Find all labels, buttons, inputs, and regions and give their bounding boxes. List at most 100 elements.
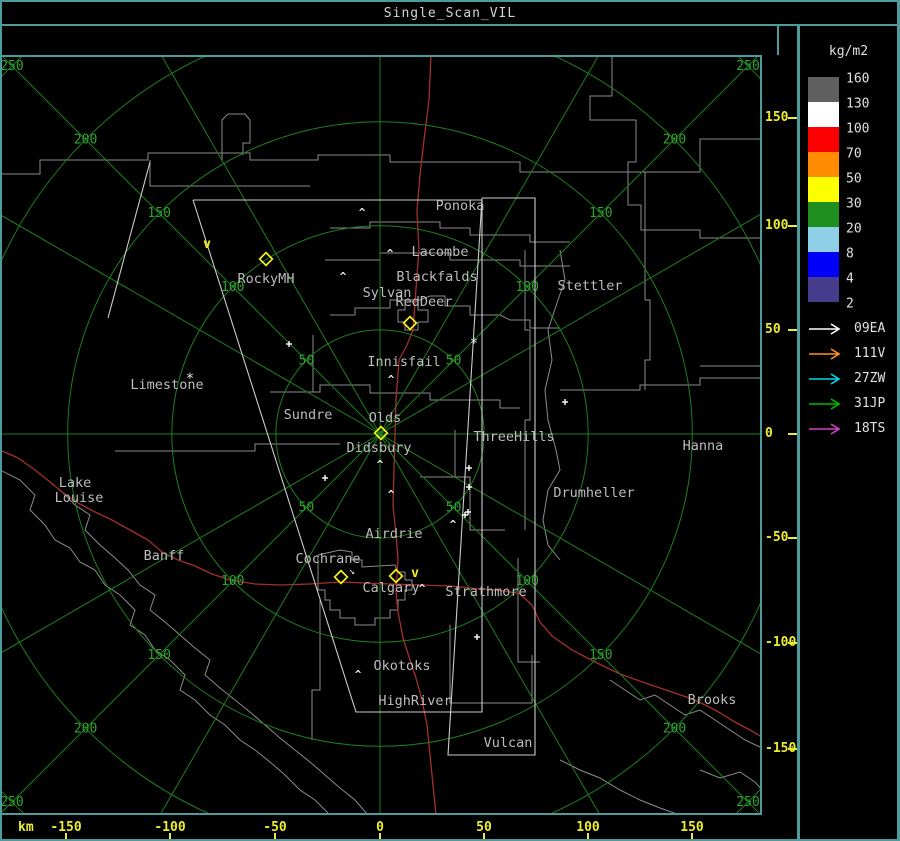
ring-label-250: 250	[736, 59, 759, 74]
legend-scale-label-2: 2	[846, 296, 854, 312]
legend-scale-label-50: 50	[846, 171, 862, 187]
right-axis-label-50: 50	[765, 322, 781, 337]
city-label-stettler: Stettler	[557, 278, 622, 294]
city-label-drumheller: Drumheller	[553, 485, 634, 501]
right-axis-tick	[788, 117, 797, 119]
city-label-lacombe: Lacombe	[412, 244, 469, 260]
caret-marker: ^	[359, 206, 366, 219]
legend-scale-label-20: 20	[846, 221, 862, 237]
radar-site-marker	[258, 251, 274, 267]
caret-marker: ^	[387, 247, 394, 260]
county-boundary-line	[449, 625, 533, 704]
right-axis-label-0: 0	[765, 426, 773, 441]
radar-arrow-icon	[809, 348, 841, 360]
header-bar: 2025/09/17 22:15:49 UTC Composite km	[0, 26, 900, 73]
azimuth-radial-120deg	[379, 433, 760, 654]
azimuth-radial-210deg	[160, 433, 381, 813]
city-label-lake: Lake	[59, 475, 92, 491]
county-boundary-line	[2, 470, 329, 813]
legend-radar-row-18TS: 18TS	[808, 421, 897, 436]
legend-color-box-50	[808, 177, 839, 202]
caret-marker: ^	[377, 458, 384, 471]
caret-marker: ^	[388, 373, 395, 386]
storm-vector-arrow-icon: v	[203, 237, 211, 252]
city-label-cochrane: Cochrane	[295, 551, 360, 567]
county-boundary-line	[560, 377, 760, 391]
right-axis-tick	[788, 329, 797, 331]
city-label-reddeer: RedDeer	[396, 294, 453, 310]
right-axis-label-100: 100	[765, 218, 789, 233]
legend-panel: kg/m2 160 130 100 70 50 30 20 8 4 2 09EA 111V 27ZW 31…	[800, 26, 897, 839]
city-label-strathmore: Strathmore	[445, 584, 526, 600]
ring-label-50: 50	[299, 501, 315, 516]
county-boundary-line	[609, 679, 760, 748]
legend-scale-label-8: 8	[846, 246, 854, 262]
window-title-bar: Single_Scan_VIL	[0, 0, 900, 26]
bottom-axis-unit-label: km	[18, 820, 34, 835]
bottom-axis: km -150 -100 -50 0 50 100 150	[0, 815, 797, 839]
county-boundary-line	[311, 600, 321, 740]
bottom-axis-tick	[379, 833, 381, 839]
right-axis-tick	[788, 225, 797, 227]
radar-arrow-icon	[809, 423, 841, 435]
bottom-axis-tick	[274, 833, 276, 839]
storm-vector-arrow-icon: v	[411, 566, 419, 581]
ring-label-200: 200	[74, 721, 97, 736]
county-boundary-line	[59, 489, 367, 813]
legend-radar-row-09EA: 09EA	[808, 321, 897, 336]
caret-marker: ^	[355, 668, 362, 681]
city-label-innisfail: Innisfail	[367, 354, 440, 370]
bottom-axis-tick	[587, 833, 589, 839]
caret-marker: ^	[450, 518, 457, 531]
caret-marker: ^	[340, 270, 347, 283]
city-label-didsbury: Didsbury	[346, 440, 411, 456]
radar-id-label-111V: 111V	[854, 346, 886, 361]
bottom-axis-tick	[691, 833, 693, 839]
legend-scale-label-160: 160	[846, 71, 870, 87]
city-label-brooks: Brooks	[688, 692, 737, 708]
county-boundary-line	[559, 759, 676, 813]
city-label-banff: Banff	[144, 548, 185, 564]
right-axis-label-150: 150	[765, 110, 789, 125]
legend-color-box-20	[808, 227, 839, 252]
ring-label-200: 200	[663, 133, 686, 148]
radar-id-label-09EA: 09EA	[854, 321, 886, 336]
caret-marker: ^	[388, 488, 395, 501]
radar-id-label-27ZW: 27ZW	[854, 371, 886, 386]
ring-label-100: 100	[221, 574, 244, 589]
city-label-olds: Olds	[369, 410, 402, 426]
ring-label-150: 150	[589, 206, 612, 221]
ring-label-150: 150	[147, 648, 170, 663]
ring-label-50: 50	[299, 353, 315, 368]
bottom-axis-tick	[65, 833, 67, 839]
county-boundary-line	[699, 769, 760, 789]
radar-arrow-icon	[809, 373, 841, 385]
right-axis-tick	[788, 642, 797, 644]
legend-scale-label-30: 30	[846, 196, 862, 212]
city-label-threehills: ThreeHills	[473, 429, 554, 445]
legend-scale-label-70: 70	[846, 146, 862, 162]
scan-area-outline	[107, 161, 151, 319]
legend-color-box-8	[808, 252, 839, 277]
ring-label-150: 150	[147, 206, 170, 221]
county-boundary-line	[330, 221, 570, 243]
radar-map: 50 50 50 50 100 100 100 100 150 150 150 150 200 200 20…	[0, 55, 762, 815]
legend-scale-label-100: 100	[846, 121, 870, 137]
city-label-hanna: Hanna	[683, 438, 724, 454]
right-axis-label--50: -50	[765, 530, 789, 545]
city-label-calgary: Calgary	[363, 580, 420, 596]
legend-unit-label: kg/m2	[828, 44, 869, 59]
county-boundary-line	[115, 443, 340, 452]
bottom-axis-tick	[169, 833, 171, 839]
legend-color-box-100	[808, 127, 839, 152]
ring-label-250: 250	[2, 795, 24, 810]
asterisk-marker: *	[186, 371, 194, 387]
city-label-ponoka: Ponoka	[436, 198, 485, 214]
legend-radar-row-111V: 111V	[808, 346, 897, 361]
bottom-axis-tick	[483, 833, 485, 839]
radar-arrow-icon	[809, 323, 841, 335]
legend-color-box-130	[808, 102, 839, 127]
ring-label-200: 200	[663, 721, 686, 736]
legend-scale-label-130: 130	[846, 96, 870, 112]
legend-scale-label-4: 4	[846, 271, 854, 287]
